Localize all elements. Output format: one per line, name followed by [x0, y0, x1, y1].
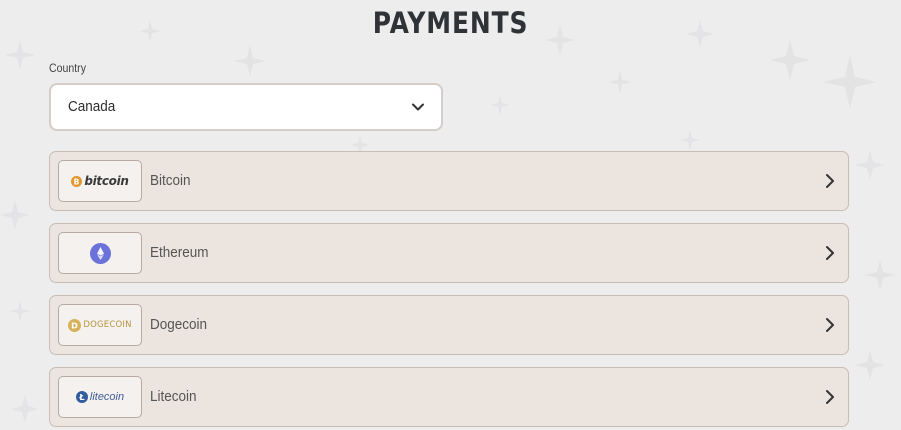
chevron-right-icon: [826, 390, 834, 404]
svg-text:Ł: Ł: [78, 393, 84, 402]
chevron-right-icon: [826, 246, 834, 260]
method-name: Litecoin: [150, 388, 197, 405]
chevron-right-icon: [826, 318, 834, 332]
bitcoin-logo-icon: B: [71, 175, 83, 187]
dogecoin-logo-text: DOGECOIN: [83, 320, 132, 330]
payment-method-ethereum[interactable]: Ethereum: [49, 223, 849, 283]
payments-page: PAYMENTS Country Canada B bitcoin Bitcoi…: [0, 0, 901, 430]
country-selected-value: Canada: [68, 98, 116, 115]
payment-method-bitcoin[interactable]: B bitcoin Bitcoin: [49, 151, 849, 211]
bitcoin-logo-text: bitcoin: [84, 174, 129, 188]
bitcoin-logo: B bitcoin: [58, 160, 142, 202]
chevron-down-icon: [412, 103, 424, 111]
litecoin-logo: Ł litecoin: [58, 376, 142, 418]
svg-text:D: D: [72, 321, 79, 330]
payment-method-litecoin[interactable]: Ł litecoin Litecoin: [49, 367, 849, 427]
payment-method-dogecoin[interactable]: D DOGECOIN Dogecoin: [49, 295, 849, 355]
dogecoin-logo-icon: D: [68, 318, 82, 332]
country-select[interactable]: Canada: [49, 83, 443, 131]
dogecoin-logo: D DOGECOIN: [58, 304, 142, 346]
page-title: PAYMENTS: [372, 6, 529, 40]
method-name: Ethereum: [150, 244, 209, 261]
litecoin-logo-text: litecoin: [89, 391, 125, 403]
country-label: Country: [49, 61, 86, 75]
ethereum-logo: [58, 232, 142, 274]
ethereum-logo-icon: [89, 242, 111, 264]
method-name: Dogecoin: [150, 316, 208, 333]
chevron-right-icon: [826, 174, 834, 188]
method-name: Bitcoin: [150, 172, 191, 189]
svg-text:B: B: [74, 177, 80, 186]
litecoin-logo-icon: Ł: [75, 391, 88, 403]
